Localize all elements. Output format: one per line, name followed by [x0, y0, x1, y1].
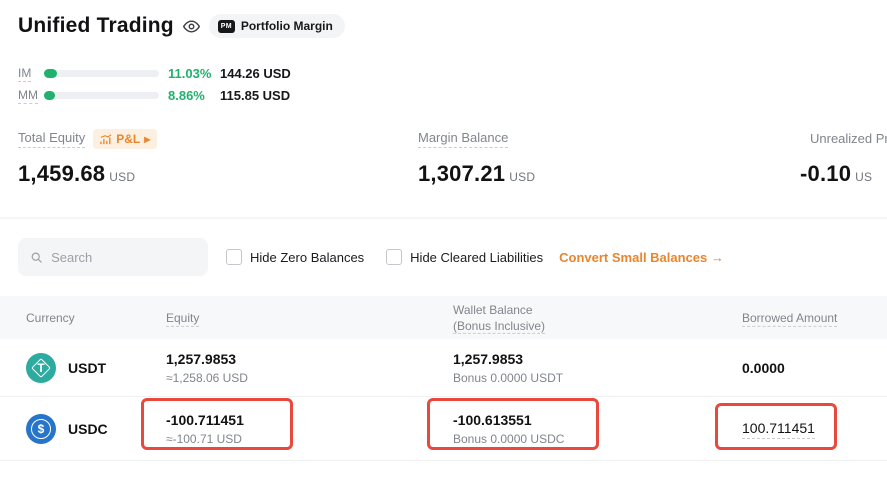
search-input[interactable]	[51, 250, 196, 265]
unrealized-pnl-card: Unrealized Pr -0.10US	[800, 128, 887, 187]
im-ratio-row: IM 11.03% 144.26 USD	[18, 62, 291, 84]
page-title: Unified Trading	[18, 14, 174, 38]
currency-name: USDC	[68, 421, 108, 437]
margin-balance-value: 1,307.21USD	[418, 161, 535, 187]
wallet-balance-value: -100.613551	[453, 412, 564, 428]
margin-balance-unit: USD	[509, 170, 535, 184]
pnl-button[interactable]: P&L ▶	[93, 129, 157, 149]
convert-small-balances-link[interactable]: Convert Small Balances →	[559, 250, 724, 265]
mm-progress-fill	[44, 91, 55, 100]
column-header-wallet-balance[interactable]: Wallet Balance (Bonus Inclusive)	[453, 301, 545, 333]
margin-ratio-section: IM 11.03% 144.26 USD MM 8.86% 115.85 USD	[18, 62, 291, 106]
equity-cell: -100.711451 ≈-100.71 USD	[166, 412, 244, 446]
equity-usd-estimate: ≈1,258.06 USD	[166, 371, 248, 385]
unrealized-pnl-label: Unrealized Pr	[810, 131, 887, 148]
im-progress-bar	[44, 70, 159, 77]
unified-trading-page: Unified Trading PM Portfolio Margin IM 1…	[0, 0, 887, 478]
filter-bar: Hide Zero Balances Hide Cleared Liabilit…	[18, 238, 724, 276]
page-header: Unified Trading PM Portfolio Margin	[18, 14, 345, 38]
im-percent: 11.03%	[168, 66, 214, 81]
total-equity-label[interactable]: Total Equity	[18, 130, 85, 148]
margin-balance-label[interactable]: Margin Balance	[418, 130, 508, 148]
currency-cell: $ USDC	[26, 414, 108, 444]
balances-table: Currency Equity Wallet Balance (Bonus In…	[0, 296, 887, 461]
total-equity-unit: USD	[109, 170, 135, 184]
margin-balance-card: Margin Balance 1,307.21USD	[418, 128, 535, 187]
hide-cleared-liabilities-label[interactable]: Hide Cleared Liabilities	[410, 250, 543, 265]
section-divider	[0, 217, 887, 219]
equity-cell: 1,257.9853 ≈1,258.06 USD	[166, 351, 248, 385]
total-equity-card: Total Equity P&L ▶ 1,459.68USD	[18, 128, 157, 187]
borrowed-amount-value: 0.0000	[742, 360, 785, 376]
pnl-label: P&L	[116, 132, 140, 146]
hide-zero-balances-checkbox[interactable]	[226, 249, 242, 265]
wallet-bonus: Bonus 0.0000 USDC	[453, 432, 564, 446]
borrowed-amount-cell: 0.0000	[742, 360, 785, 376]
column-header-currency: Currency	[26, 309, 75, 325]
portfolio-margin-icon: PM	[218, 20, 235, 33]
column-header-equity[interactable]: Equity	[166, 309, 199, 325]
portfolio-margin-badge[interactable]: PM Portfolio Margin	[209, 14, 345, 38]
borrowed-amount-cell: 100.711451	[742, 420, 815, 438]
borrowed-amount-value[interactable]: 100.711451	[742, 420, 815, 439]
mm-ratio-row: MM 8.86% 115.85 USD	[18, 84, 291, 106]
im-progress-fill	[44, 69, 57, 78]
currency-cell: T USDT	[26, 353, 106, 383]
currency-name: USDT	[68, 360, 106, 376]
wallet-balance-cell: -100.613551 Bonus 0.0000 USDC	[453, 412, 564, 446]
unrealized-pnl-value: -0.10US	[800, 161, 887, 187]
mm-percent: 8.86%	[168, 88, 214, 103]
hide-zero-balances-label[interactable]: Hide Zero Balances	[250, 250, 364, 265]
equity-value: 1,257.9853	[166, 351, 248, 367]
equity-usd-estimate: ≈-100.71 USD	[166, 432, 244, 446]
mm-progress-bar	[44, 92, 159, 99]
portfolio-margin-label: Portfolio Margin	[241, 19, 333, 33]
eye-icon[interactable]	[183, 18, 200, 35]
unrealized-pnl-unit: US	[855, 170, 872, 184]
table-row-usdc[interactable]: $ USDC -100.711451 ≈-100.71 USD -100.613…	[0, 397, 887, 461]
search-box[interactable]	[18, 238, 208, 276]
wallet-balance-cell: 1,257.9853 Bonus 0.0000 USDT	[453, 351, 563, 385]
table-header-row: Currency Equity Wallet Balance (Bonus In…	[0, 296, 887, 339]
im-value: 144.26 USD	[220, 66, 291, 81]
chart-icon	[100, 134, 112, 145]
total-equity-value: 1,459.68USD	[18, 161, 157, 187]
usdt-icon: T	[26, 353, 56, 383]
table-row-usdt[interactable]: T USDT 1,257.9853 ≈1,258.06 USD 1,257.98…	[0, 339, 887, 397]
usdc-icon: $	[26, 414, 56, 444]
wallet-balance-value: 1,257.9853	[453, 351, 563, 367]
mm-value: 115.85 USD	[220, 88, 290, 103]
hide-cleared-liabilities-checkbox[interactable]	[386, 249, 402, 265]
search-icon	[30, 250, 43, 265]
hide-cleared-liabilities-group: Hide Cleared Liabilities	[386, 249, 543, 265]
equity-value: -100.711451	[166, 412, 244, 428]
mm-label: MM	[18, 88, 42, 102]
wallet-bonus: Bonus 0.0000 USDT	[453, 371, 563, 385]
column-header-borrowed-amount[interactable]: Borrowed Amount	[742, 309, 837, 325]
im-label: IM	[18, 66, 42, 80]
hide-zero-balances-group: Hide Zero Balances	[226, 249, 364, 265]
chevron-right-icon: ▶	[144, 135, 150, 144]
